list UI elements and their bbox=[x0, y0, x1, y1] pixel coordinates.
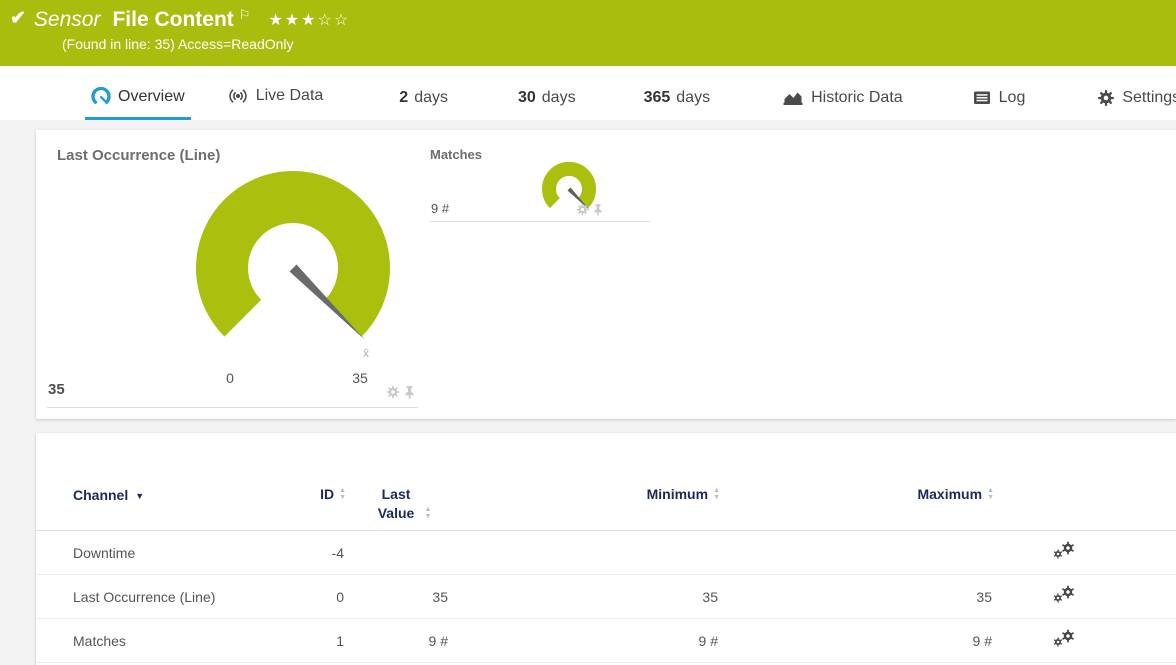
sort-icon[interactable]: ▲ ▼ bbox=[713, 487, 720, 504]
tab-log[interactable]: Log bbox=[966, 88, 1032, 120]
channel-settings-gears-icon[interactable] bbox=[1053, 629, 1077, 649]
priority-stars[interactable]: ★★★☆☆ bbox=[268, 10, 350, 30]
matches-gauge-value: 9 # bbox=[431, 201, 450, 216]
column-label: ID bbox=[320, 486, 335, 502]
tab-label: days bbox=[414, 89, 448, 106]
divider bbox=[47, 407, 418, 408]
tab-label: Log bbox=[998, 88, 1026, 106]
primary-gauge-value: 35 bbox=[48, 381, 65, 398]
sensor-name: File Content bbox=[112, 8, 234, 31]
cell-maximum: 9 # bbox=[972, 632, 992, 649]
area-chart-icon bbox=[782, 88, 804, 107]
column-label: Maximum bbox=[917, 486, 983, 502]
primary-gauge-average-marker: x̄ bbox=[363, 346, 369, 360]
column-label: Minimum bbox=[646, 486, 709, 502]
tab-label: days bbox=[541, 89, 576, 106]
tab-30-days[interactable]: 30 days bbox=[512, 89, 582, 120]
column-header-last-value[interactable]: Last Value ▲ ▼ bbox=[348, 485, 456, 523]
cell-last-value: 9 # bbox=[428, 632, 448, 649]
column-header-id[interactable]: ID ▲ ▼ bbox=[308, 485, 348, 504]
table-row-last-occurrence: Last Occurrence (Line) 0 35 35 35 bbox=[36, 575, 1176, 619]
tab-number: 2 bbox=[399, 89, 409, 106]
tab-overview[interactable]: Overview bbox=[85, 87, 191, 120]
stars-empty[interactable]: ☆☆ bbox=[317, 12, 350, 29]
broadcast-icon bbox=[227, 85, 249, 107]
divider bbox=[430, 221, 650, 222]
column-label: Channel bbox=[73, 487, 129, 503]
stars-filled[interactable]: ★★★ bbox=[268, 12, 317, 29]
tab-bar: Overview Live Data 2 days 30 days 365 da… bbox=[0, 66, 1176, 120]
tab-label: Settings bbox=[1122, 89, 1176, 106]
cell-channel: Downtime bbox=[73, 544, 136, 561]
tab-label: Live Data bbox=[255, 87, 324, 104]
cell-last-value: 35 bbox=[432, 588, 448, 605]
gear-icon[interactable] bbox=[386, 385, 400, 399]
tab-historic-data[interactable]: Historic Data bbox=[776, 88, 909, 120]
gear-icon bbox=[1097, 89, 1115, 107]
tab-365-days[interactable]: 365 days bbox=[638, 89, 717, 120]
sensor-overview-page: ✔ Sensor File Content ⚐ ★★★☆☆ (Found in … bbox=[0, 0, 1176, 665]
gauges-panel: Last Occurrence (Line) 0 35 x̄ 35 Matche… bbox=[36, 130, 1176, 419]
cell-channel: Matches bbox=[73, 632, 126, 649]
pin-icon[interactable] bbox=[593, 203, 603, 216]
channel-settings-gears-icon[interactable] bbox=[1053, 541, 1077, 561]
column-header-channel[interactable]: Channel ▼ bbox=[73, 485, 308, 506]
cell-maximum: 35 bbox=[976, 588, 992, 605]
column-header-maximum[interactable]: Maximum ▲ ▼ bbox=[722, 485, 996, 504]
cell-id: 0 bbox=[336, 588, 344, 605]
tab-label: days bbox=[676, 89, 711, 106]
sort-icon[interactable]: ▲ ▼ bbox=[339, 487, 346, 504]
tab-2-days[interactable]: 2 days bbox=[393, 89, 454, 120]
sensor-last-message: (Found in line: 35) Access=ReadOnly bbox=[62, 36, 294, 52]
cell-minimum: 35 bbox=[702, 588, 718, 605]
table-row-matches: Matches 1 9 # 9 # 9 # bbox=[36, 619, 1176, 663]
gauge-icon bbox=[91, 87, 111, 107]
object-kind-label: Sensor bbox=[33, 8, 101, 31]
tab-live-data[interactable]: Live Data bbox=[221, 85, 330, 120]
tab-number: 30 bbox=[517, 89, 536, 106]
chevron-down-icon: ▼ bbox=[135, 491, 145, 501]
cell-id: 1 bbox=[336, 632, 344, 649]
tab-settings[interactable]: Settings bbox=[1091, 89, 1176, 120]
log-icon bbox=[972, 88, 992, 107]
tab-number: 365 bbox=[643, 89, 671, 106]
channel-table-header: Channel ▼ ID ▲ ▼ Last Value ▲ ▼ Minimum ▲ ▼… bbox=[36, 485, 1176, 531]
primary-gauge-scale-max: 35 bbox=[352, 370, 368, 386]
matches-gauge-title: Matches bbox=[430, 147, 483, 162]
column-header-minimum[interactable]: Minimum ▲ ▼ bbox=[456, 485, 722, 504]
sort-icon[interactable]: ▲ ▼ bbox=[987, 487, 994, 504]
cell-minimum: 9 # bbox=[698, 632, 718, 649]
sort-icon[interactable]: ▲ ▼ bbox=[425, 506, 432, 520]
matches-gauge-tools bbox=[576, 203, 603, 216]
primary-gauge bbox=[196, 171, 390, 340]
primary-gauge-tools bbox=[386, 385, 415, 399]
pin-icon[interactable] bbox=[404, 385, 415, 399]
channel-table: Channel ▼ ID ▲ ▼ Last Value ▲ ▼ Minimum ▲ ▼… bbox=[36, 433, 1176, 663]
tab-label: Historic Data bbox=[811, 88, 903, 106]
primary-gauge-scale-min: 0 bbox=[226, 370, 234, 386]
table-row-downtime: Downtime -4 bbox=[36, 531, 1176, 575]
cell-channel: Last Occurrence (Line) bbox=[73, 588, 216, 605]
gear-icon[interactable] bbox=[576, 203, 589, 216]
column-label: Last Value bbox=[377, 486, 415, 521]
sensor-header: ✔ Sensor File Content ⚐ ★★★☆☆ (Found in … bbox=[0, 0, 1176, 66]
cell-id: -4 bbox=[331, 544, 344, 561]
channel-table-panel: Channel ▼ ID ▲ ▼ Last Value ▲ ▼ Minimum ▲ ▼… bbox=[36, 433, 1176, 665]
channel-settings-gears-icon[interactable] bbox=[1053, 585, 1077, 605]
tab-label: Overview bbox=[118, 88, 185, 105]
priority-flag-icon[interactable]: ⚐ bbox=[239, 8, 251, 21]
status-ok-check-icon: ✔ bbox=[10, 8, 26, 29]
